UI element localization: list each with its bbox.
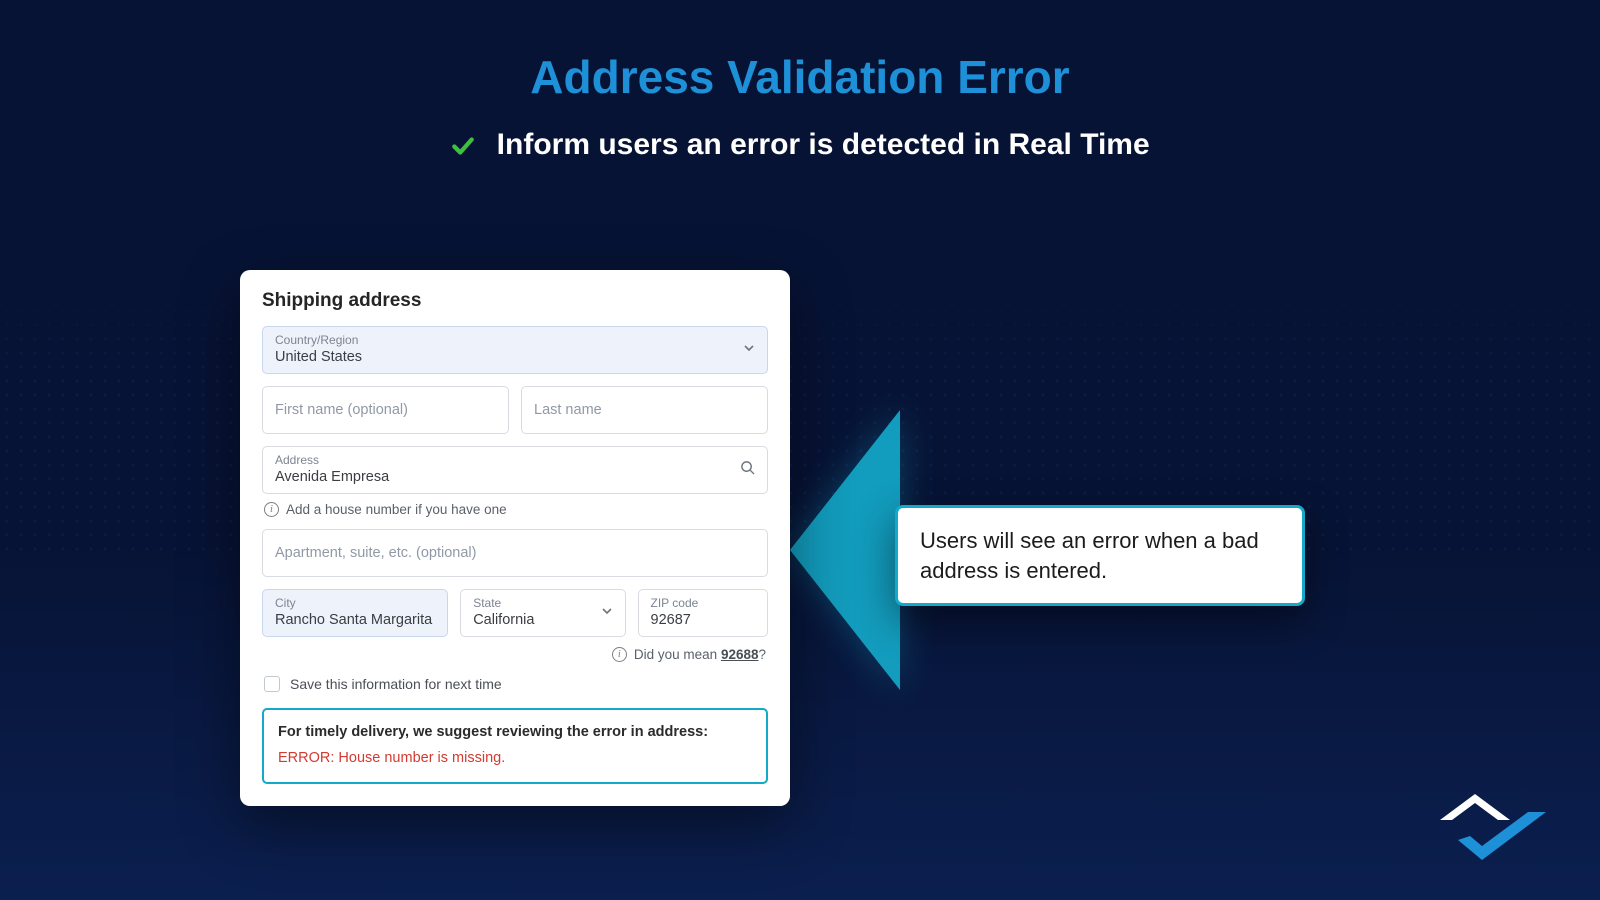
zip-hint-value[interactable]: 92688 bbox=[721, 647, 759, 662]
page-subtitle: Inform users an error is detected in Rea… bbox=[0, 128, 1600, 163]
zip-label: ZIP code bbox=[651, 596, 755, 610]
city-input[interactable]: City Rancho Santa Margarita bbox=[262, 589, 448, 637]
brand-logo bbox=[1420, 772, 1550, 862]
search-icon bbox=[740, 460, 755, 480]
last-name-input[interactable]: Last name bbox=[521, 386, 768, 434]
address-value: Avenida Empresa bbox=[275, 469, 389, 485]
zip-input[interactable]: ZIP code 92687 bbox=[638, 589, 768, 637]
error-heading: For timely delivery, we suggest reviewin… bbox=[278, 724, 752, 740]
state-value: California bbox=[473, 612, 534, 628]
callout-bubble: Users will see an error when a bad addre… bbox=[895, 505, 1305, 606]
address-hint: i Add a house number if you have one bbox=[264, 502, 768, 517]
info-icon: i bbox=[612, 647, 627, 662]
zip-suggestion[interactable]: i Did you mean 92688? bbox=[262, 647, 766, 662]
city-value: Rancho Santa Margarita bbox=[275, 612, 432, 628]
first-name-placeholder: First name (optional) bbox=[275, 402, 408, 418]
apartment-placeholder: Apartment, suite, etc. (optional) bbox=[275, 545, 477, 561]
callout-pointer bbox=[790, 410, 900, 690]
last-name-placeholder: Last name bbox=[534, 402, 602, 418]
chevron-down-icon bbox=[601, 604, 613, 622]
address-input[interactable]: Address Avenida Empresa bbox=[262, 446, 768, 494]
check-icon bbox=[450, 129, 484, 162]
address-label: Address bbox=[275, 453, 755, 467]
city-label: City bbox=[275, 596, 435, 610]
subtitle-text: Inform users an error is detected in Rea… bbox=[497, 128, 1150, 161]
callout-text: Users will see an error when a bad addre… bbox=[920, 528, 1259, 583]
page-title: Address Validation Error bbox=[0, 50, 1600, 104]
country-label: Country/Region bbox=[275, 333, 755, 347]
chevron-down-icon bbox=[743, 341, 755, 359]
shipping-form-card: Shipping address Country/Region United S… bbox=[240, 270, 790, 806]
address-hint-text: Add a house number if you have one bbox=[286, 502, 507, 517]
zip-hint-prefix: Did you mean bbox=[634, 647, 721, 662]
state-select[interactable]: State California bbox=[460, 589, 625, 637]
form-heading: Shipping address bbox=[262, 290, 768, 312]
save-label: Save this information for next time bbox=[290, 676, 502, 692]
first-name-input[interactable]: First name (optional) bbox=[262, 386, 509, 434]
country-value: United States bbox=[275, 349, 362, 365]
save-checkbox[interactable] bbox=[264, 676, 280, 692]
state-label: State bbox=[473, 596, 612, 610]
error-box: For timely delivery, we suggest reviewin… bbox=[262, 708, 768, 784]
error-text: ERROR: House number is missing. bbox=[278, 750, 752, 766]
zip-hint-suffix: ? bbox=[758, 647, 766, 662]
save-info-row[interactable]: Save this information for next time bbox=[264, 676, 768, 692]
info-icon: i bbox=[264, 502, 279, 517]
zip-value: 92687 bbox=[651, 612, 691, 628]
country-select[interactable]: Country/Region United States bbox=[262, 326, 768, 374]
apartment-input[interactable]: Apartment, suite, etc. (optional) bbox=[262, 529, 768, 577]
